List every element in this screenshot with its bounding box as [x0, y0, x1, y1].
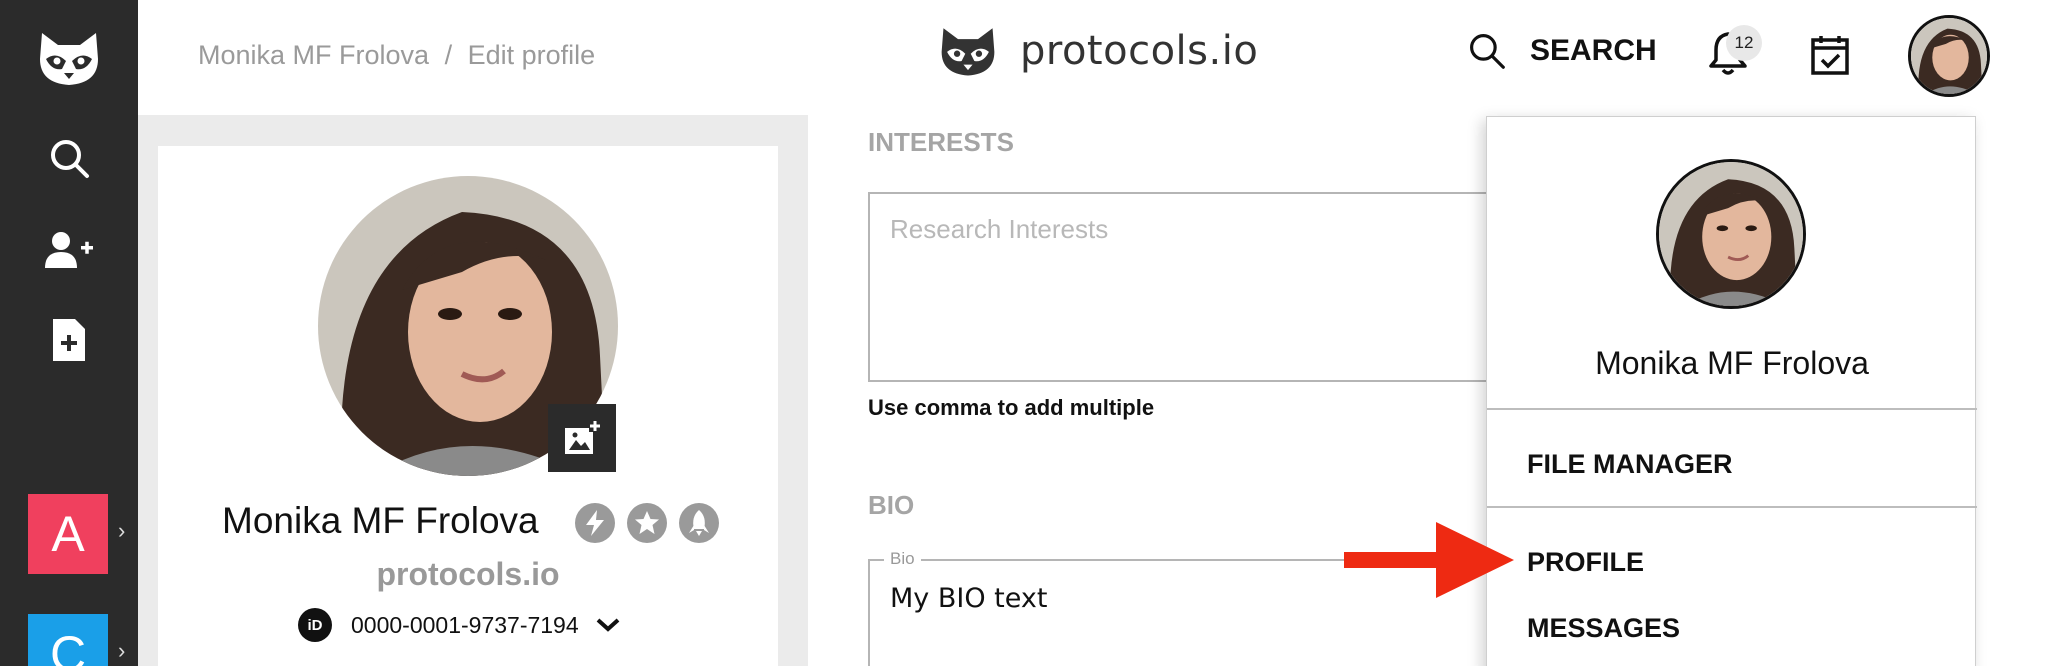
star-badge-icon[interactable]	[627, 503, 667, 543]
breadcrumb-user-link[interactable]: Monika MF Frolova	[198, 40, 429, 70]
orcid-icon: iD	[298, 608, 332, 642]
badge-list	[575, 503, 719, 543]
search-icon	[1470, 34, 1505, 69]
interests-heading: INTERESTS	[868, 127, 1014, 157]
orcid-id: 0000-0001-9737-7194	[351, 611, 579, 638]
bio-heading: BIO	[868, 490, 915, 520]
workspace-tile-c[interactable]: C	[28, 614, 108, 666]
research-interests-input[interactable]: Research Interests	[868, 192, 1588, 382]
avatar-photo	[1911, 18, 1987, 94]
brand-logo[interactable]: protocols.io	[938, 24, 1258, 78]
raccoon-logo-icon[interactable]	[0, 18, 138, 98]
chevron-down-icon[interactable]	[595, 617, 621, 633]
lightning-badge-icon[interactable]	[575, 503, 615, 543]
calendar-check-icon[interactable]	[1810, 34, 1850, 81]
breadcrumb: Monika MF Frolova / Edit profile	[198, 40, 603, 71]
left-sidebar: A › C ›	[0, 0, 138, 666]
user-avatar-button[interactable]	[1908, 15, 1990, 97]
search-button[interactable]: SEARCH	[1468, 32, 1657, 70]
chevron-right-icon[interactable]: ›	[118, 638, 125, 664]
add-file-icon[interactable]	[0, 300, 138, 380]
breadcrumb-current-page: Edit profile	[467, 40, 596, 70]
add-user-icon[interactable]	[0, 210, 138, 290]
user-dropdown-menu: Monika MF Frolova FILE MANAGER PROFILE M…	[1486, 116, 1977, 666]
menu-avatar	[1656, 159, 1806, 309]
avatar-photo	[1659, 162, 1803, 306]
profile-organization: protocols.io	[376, 556, 560, 592]
menu-item-messages[interactable]: MESSAGES	[1527, 613, 1680, 644]
brand-name: protocols.io	[1020, 28, 1259, 74]
bio-field-label: Bio	[884, 549, 921, 569]
notification-count-badge: 12	[1726, 25, 1762, 61]
menu-divider	[1487, 506, 1977, 508]
search-icon[interactable]	[0, 118, 138, 198]
menu-item-file-manager[interactable]: FILE MANAGER	[1527, 449, 1733, 480]
add-photo-icon	[565, 420, 601, 454]
breadcrumb-separator: /	[444, 40, 453, 70]
profile-card: Monika MF Frolova protocols.io iD 0000-0…	[158, 146, 778, 666]
research-interests-placeholder: Research Interests	[890, 214, 1109, 244]
red-arrow-icon	[1344, 522, 1514, 603]
menu-item-profile[interactable]: PROFILE	[1527, 547, 1644, 578]
chevron-right-icon[interactable]: ›	[118, 518, 125, 544]
orcid-row[interactable]: iD 0000-0001-9737-7194	[298, 608, 621, 642]
raccoon-logo-icon	[941, 28, 995, 76]
interests-help-text: Use comma to add multiple	[868, 395, 1155, 420]
menu-divider	[1487, 408, 1977, 410]
profile-name: Monika MF Frolova	[222, 500, 539, 541]
change-photo-button[interactable]	[548, 404, 616, 472]
rocket-badge-icon[interactable]	[679, 503, 719, 543]
menu-user-name: Monika MF Frolova	[1595, 345, 1869, 381]
search-label: SEARCH	[1530, 34, 1657, 67]
top-header: Monika MF Frolova / Edit profile protoco…	[138, 0, 2046, 115]
bio-value: My BIO text	[890, 583, 1048, 614]
workspace-tile-a[interactable]: A	[28, 494, 108, 574]
